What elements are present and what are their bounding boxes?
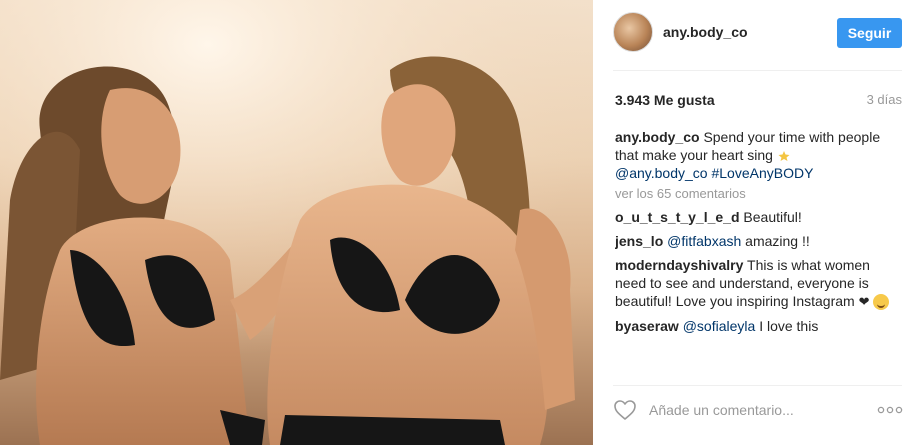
comments-list: any.body_co Spend your time with people … xyxy=(615,128,903,375)
comment-text: I love this xyxy=(759,318,819,334)
caption-hashtag[interactable]: #LoveAnyBODY xyxy=(711,165,813,181)
more-dots-icon[interactable] xyxy=(877,405,903,415)
post-timestamp[interactable]: 3 días xyxy=(867,92,902,107)
post-header: any.body_co Seguir xyxy=(593,0,914,70)
add-comment-input[interactable] xyxy=(649,399,849,421)
post-photo[interactable] xyxy=(0,0,593,445)
photo-illustration xyxy=(0,0,593,445)
comment-item: moderndayshivalry This is what women nee… xyxy=(615,256,903,311)
comment-item: o_u_t_s_t_y_l_e_d Beautiful! xyxy=(615,208,903,226)
smile-emoji-icon xyxy=(873,294,890,311)
comment-text: Beautiful! xyxy=(743,209,802,225)
comment-item: jens_lo @fitfabxash amazing !! xyxy=(615,232,903,250)
comment-username[interactable]: jens_lo xyxy=(615,233,663,249)
post-caption: any.body_co Spend your time with people … xyxy=(615,128,903,182)
dizzy-star-emoji-icon xyxy=(778,151,790,162)
caption-mention[interactable]: @any.body_co xyxy=(615,165,708,181)
comments-divider xyxy=(613,385,902,386)
heart-emoji-icon: ❤ xyxy=(858,294,870,309)
comment-username[interactable]: o_u_t_s_t_y_l_e_d xyxy=(615,209,740,225)
comment-text: amazing !! xyxy=(745,233,810,249)
follow-button[interactable]: Seguir xyxy=(837,18,902,48)
likes-count[interactable]: 3.943 Me gusta xyxy=(615,92,715,108)
profile-avatar[interactable] xyxy=(613,12,653,52)
view-all-comments-link[interactable]: ver los 65 comentarios xyxy=(615,185,903,203)
heart-outline-icon[interactable] xyxy=(613,399,637,421)
post-username[interactable]: any.body_co xyxy=(663,24,748,40)
caption-username[interactable]: any.body_co xyxy=(615,129,700,145)
comment-mention[interactable]: @sofialeyla xyxy=(683,318,756,334)
comment-mention[interactable]: @fitfabxash xyxy=(667,233,741,249)
comment-item: byaseraw @sofialeyla I love this xyxy=(615,317,903,335)
comment-username[interactable]: moderndayshivalry xyxy=(615,257,743,273)
header-divider xyxy=(613,70,902,71)
add-comment-bar xyxy=(593,393,914,427)
comment-username[interactable]: byaseraw xyxy=(615,318,679,334)
post-sidebar: any.body_co Seguir 3.943 Me gusta 3 días… xyxy=(593,0,914,445)
